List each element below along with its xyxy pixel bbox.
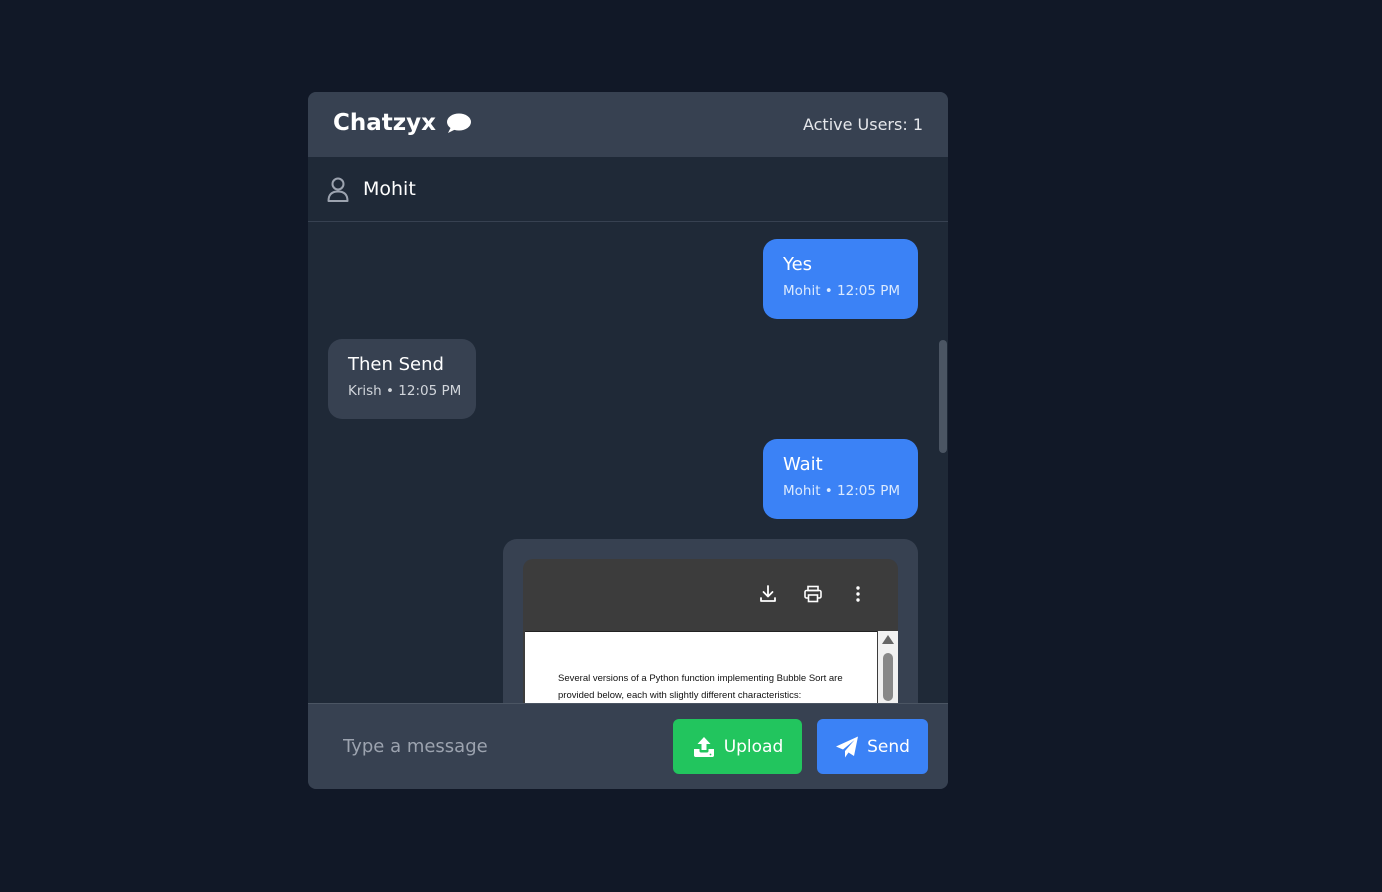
- message-input[interactable]: [328, 719, 658, 774]
- chat-window: Chatzyx Active Users: 1 Mohit Yes Mohit …: [308, 92, 948, 789]
- current-user-name: Mohit: [363, 178, 416, 200]
- print-icon[interactable]: [803, 584, 823, 604]
- message-list[interactable]: Yes Mohit • 12:05 PM Then Send Krish • 1…: [308, 222, 948, 703]
- upload-button-label: Upload: [723, 736, 784, 757]
- upload-button[interactable]: Upload: [673, 719, 802, 774]
- message-meta: Mohit • 12:05 PM: [783, 283, 901, 299]
- message-bubble: Yes Mohit • 12:05 PM: [763, 239, 918, 319]
- pdf-page-text: Several versions of a Python function im…: [558, 673, 843, 701]
- pdf-viewer[interactable]: Several versions of a Python function im…: [523, 559, 898, 703]
- pdf-scrollbar[interactable]: [878, 631, 898, 703]
- message-bubble: Then Send Krish • 12:05 PM: [328, 339, 476, 419]
- user-icon: [327, 177, 349, 202]
- chat-header: Chatzyx Active Users: 1: [308, 92, 948, 157]
- app-title-text: Chatzyx: [333, 110, 436, 136]
- more-vert-icon[interactable]: [848, 584, 868, 604]
- download-icon[interactable]: [758, 584, 778, 604]
- message-scrollbar-track[interactable]: [937, 222, 947, 703]
- message-text: Wait: [783, 454, 823, 475]
- pdf-scroll-thumb[interactable]: [883, 653, 893, 701]
- app-title: Chatzyx: [333, 110, 472, 136]
- current-user-bar: Mohit: [308, 157, 948, 222]
- paper-plane-icon: [836, 736, 859, 757]
- message-text: Yes: [783, 254, 813, 275]
- message-meta: Krish • 12:05 PM: [348, 383, 462, 399]
- upload-icon: [693, 736, 714, 757]
- send-button-label: Send: [867, 736, 910, 757]
- message-meta: Mohit • 12:05 PM: [783, 483, 901, 499]
- message-composer: Upload Send: [308, 703, 948, 789]
- send-button[interactable]: Send: [817, 719, 928, 774]
- chat-bubble-icon: [446, 113, 471, 133]
- scroll-up-arrow-icon[interactable]: [882, 635, 894, 644]
- message-scrollbar-thumb[interactable]: [939, 340, 947, 453]
- message-text: Then Send: [348, 354, 444, 375]
- message-bubble: Wait Mohit • 12:05 PM: [763, 439, 918, 519]
- file-message-bubble: Several versions of a Python function im…: [503, 539, 918, 703]
- pdf-page: Several versions of a Python function im…: [525, 631, 877, 703]
- active-users-count: Active Users: 1: [802, 115, 923, 134]
